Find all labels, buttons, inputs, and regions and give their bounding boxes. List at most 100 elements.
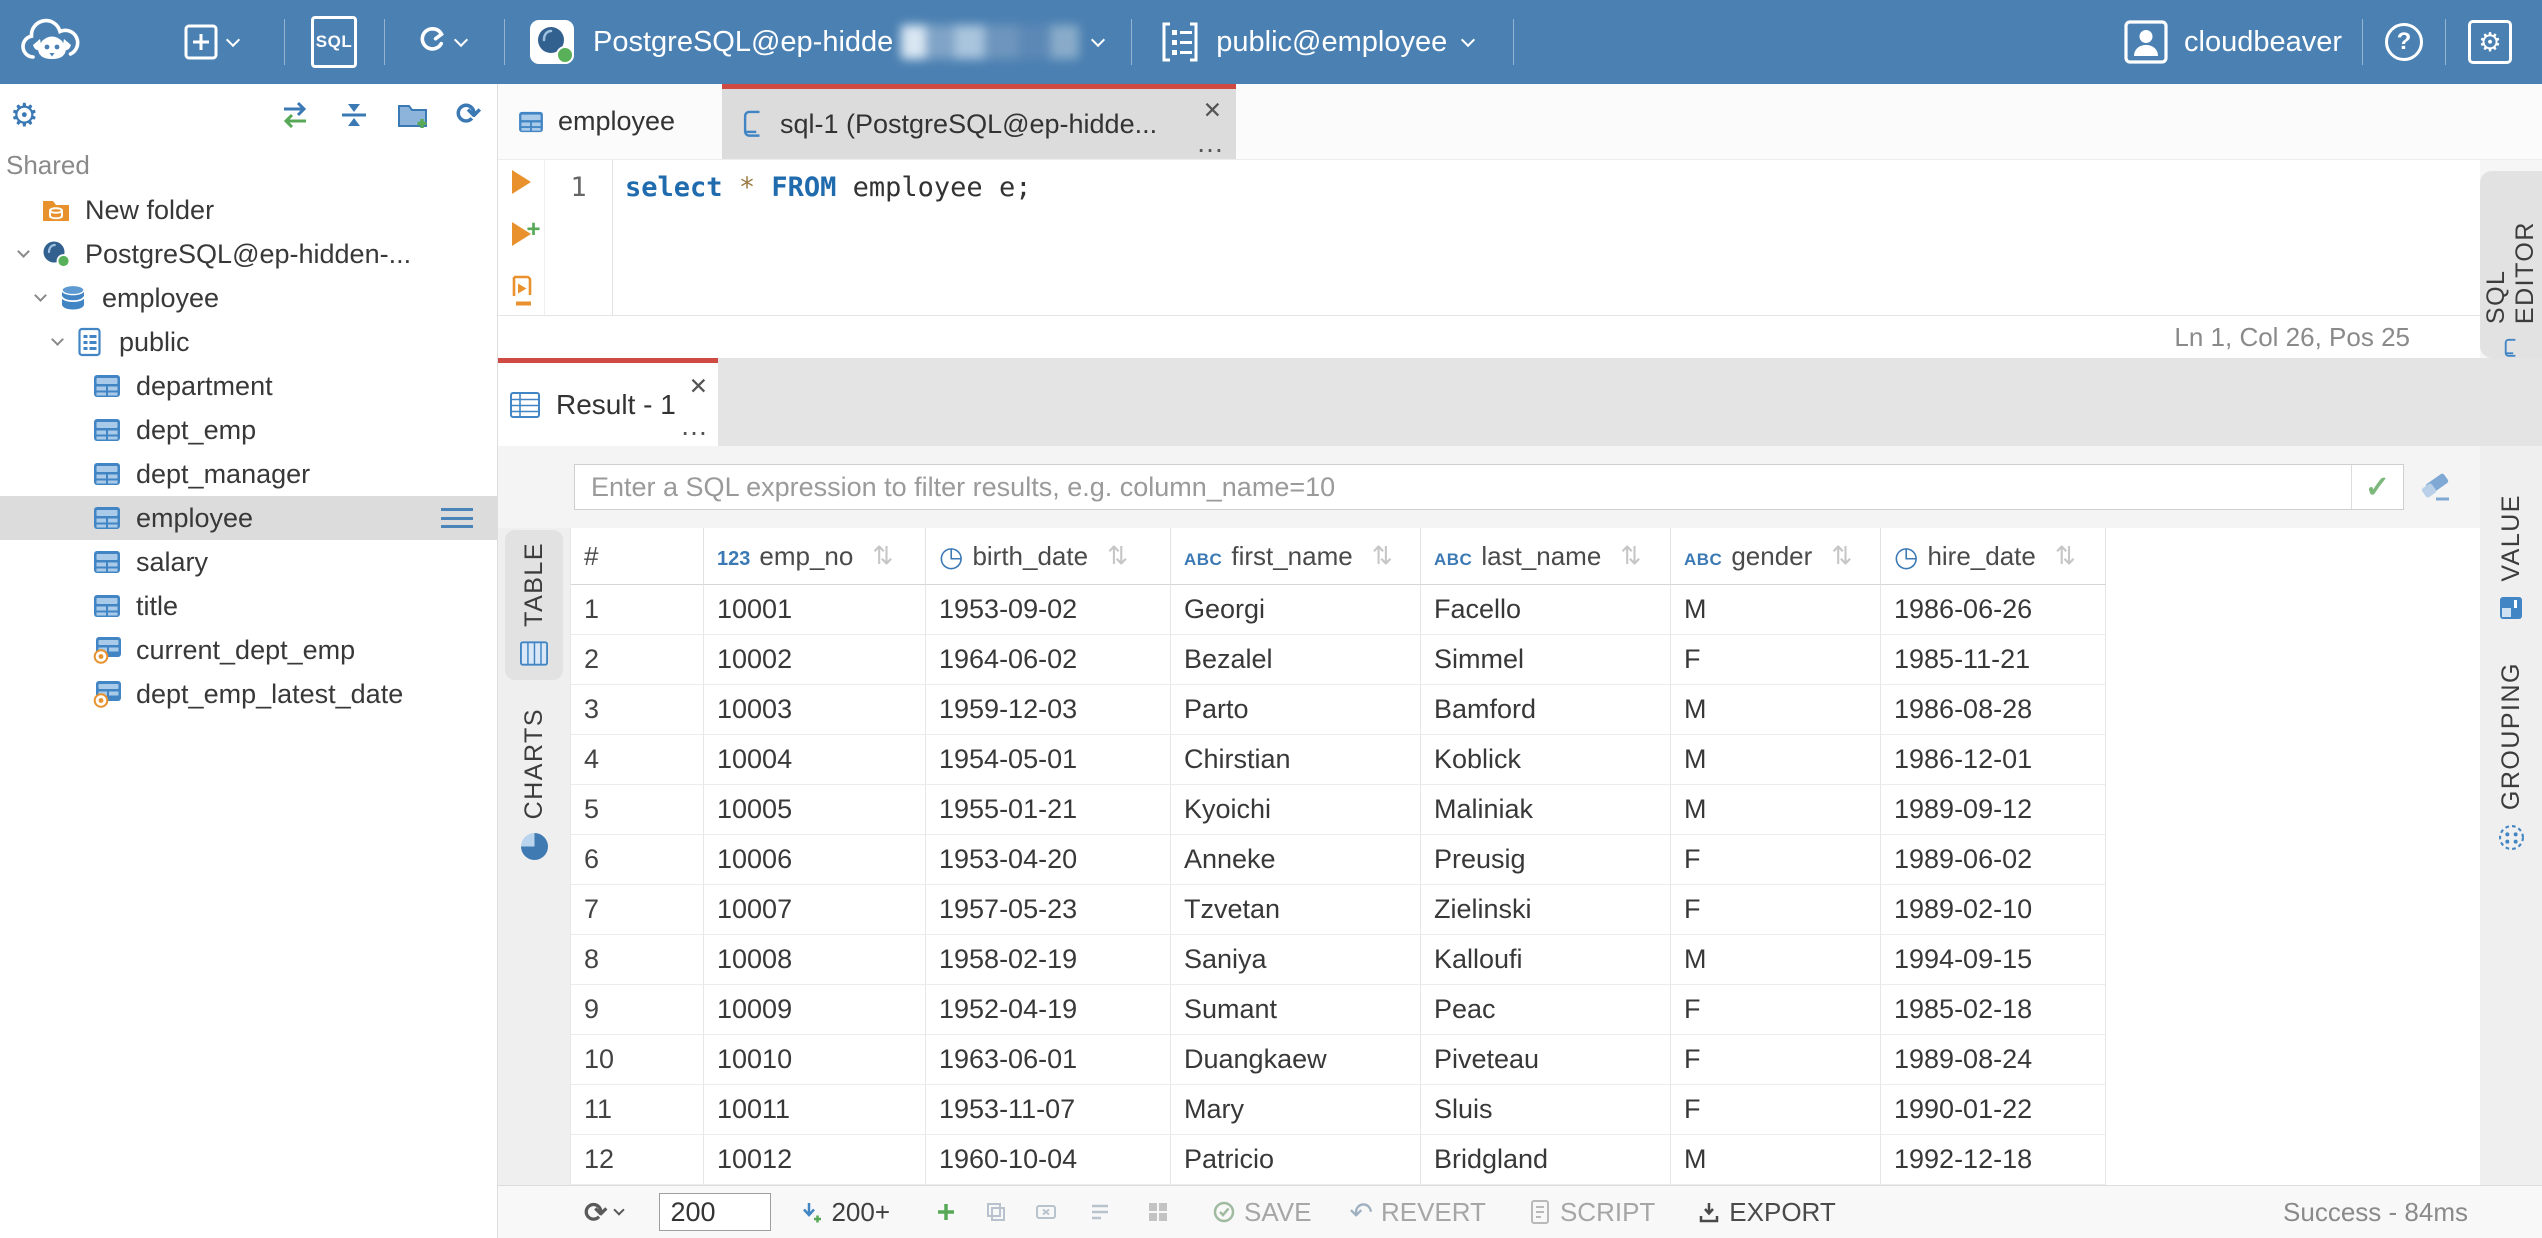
clear-filter-button[interactable] [2420, 472, 2452, 502]
cell-last-name[interactable]: Koblick [1421, 735, 1671, 785]
cell-birth-date[interactable]: 1954-05-01 [926, 735, 1171, 785]
table-row[interactable]: 11 10011 1953-11-07 Mary Sluis F 1990-01… [571, 1085, 2106, 1135]
cell-birth-date[interactable]: 1952-04-19 [926, 985, 1171, 1035]
column-header[interactable]: # [571, 528, 704, 585]
duplicate-row-button[interactable] [984, 1200, 1008, 1224]
refresh-result-button[interactable] [584, 1196, 626, 1229]
cell-rownum[interactable]: 4 [571, 735, 704, 785]
sort-icon[interactable] [1620, 541, 1641, 571]
cell-rownum[interactable]: 11 [571, 1085, 704, 1135]
cell-last-name[interactable]: Maliniak [1421, 785, 1671, 835]
table-row[interactable]: 4 10004 1954-05-01 Chirstian Koblick M 1… [571, 735, 2106, 785]
cell-birth-date[interactable]: 1958-02-19 [926, 935, 1171, 985]
tab-value-panel[interactable]: VALUE [2497, 494, 2526, 620]
cell-hire-date[interactable]: 1989-02-10 [1881, 885, 2106, 935]
cell-gender[interactable]: F [1671, 1035, 1881, 1085]
user-menu[interactable]: cloudbeaver [2124, 20, 2342, 64]
cell-hire-date[interactable]: 1986-06-26 [1881, 585, 2106, 635]
table-row[interactable]: 12 10012 1960-10-04 Patricio Bridgland M… [571, 1135, 2106, 1185]
cell-last-name[interactable]: Simmel [1421, 635, 1671, 685]
tab-grouping-panel[interactable]: GROUPING [2497, 662, 2526, 851]
column-header[interactable]: hire_date [1881, 528, 2106, 585]
sort-icon[interactable] [872, 541, 893, 571]
table-row[interactable]: 2 10002 1964-06-02 Bezalel Simmel F 1985… [571, 635, 2106, 685]
cell-rownum[interactable]: 12 [571, 1135, 704, 1185]
cell-rownum[interactable]: 1 [571, 585, 704, 635]
tree-item[interactable]: department [0, 364, 497, 408]
column-header[interactable]: first_name [1171, 528, 1421, 585]
cell-gender[interactable]: M [1671, 685, 1881, 735]
sort-icon[interactable] [1372, 541, 1393, 571]
cell-first-name[interactable]: Duangkaew [1171, 1035, 1421, 1085]
cell-last-name[interactable]: Zielinski [1421, 885, 1671, 935]
tree-expand-chevron[interactable] [57, 384, 91, 388]
sidebar-settings-button[interactable] [10, 99, 39, 131]
cell-hire-date[interactable]: 1990-01-22 [1881, 1085, 2106, 1135]
cell-rownum[interactable]: 6 [571, 835, 704, 885]
cell-rownum[interactable]: 5 [571, 785, 704, 835]
sync-connection-button[interactable] [278, 99, 312, 131]
cell-birth-date[interactable]: 1953-09-02 [926, 585, 1171, 635]
script-button[interactable]: SCRIPT [1528, 1197, 1655, 1228]
close-icon[interactable] [689, 373, 708, 400]
execute-new-tab-button[interactable]: + [511, 216, 541, 246]
tree-item[interactable]: New folder [0, 188, 497, 232]
sort-icon[interactable] [1831, 541, 1852, 571]
cell-first-name[interactable]: Kyoichi [1171, 785, 1421, 835]
cell-gender[interactable]: M [1671, 1135, 1881, 1185]
column-header[interactable]: birth_date [926, 528, 1171, 585]
column-header[interactable]: emp_no [704, 528, 926, 585]
tree-expand-chevron[interactable] [6, 245, 40, 258]
sort-icon[interactable] [1107, 541, 1128, 571]
execute-query-button[interactable] [511, 170, 531, 194]
cell-first-name[interactable]: Sumant [1171, 985, 1421, 1035]
cell-hire-date[interactable]: 1994-09-15 [1881, 935, 2106, 985]
tree-expand-chevron[interactable] [57, 428, 91, 432]
cell-rownum[interactable]: 9 [571, 985, 704, 1035]
cell-hire-date[interactable]: 1989-06-02 [1881, 835, 2106, 885]
cell-hire-date[interactable]: 1989-08-24 [1881, 1035, 2106, 1085]
tab-sql-editor-panel[interactable]: SQL EDITOR [2480, 171, 2542, 358]
cell-emp-no[interactable]: 10008 [704, 935, 926, 985]
cell-first-name[interactable]: Bezalel [1171, 635, 1421, 685]
tab-result-1[interactable]: Result - 1 [498, 358, 718, 446]
apply-filter-button[interactable] [2351, 465, 2403, 509]
new-object-button[interactable] [184, 23, 241, 61]
cell-gender[interactable]: M [1671, 735, 1881, 785]
cell-birth-date[interactable]: 1959-12-03 [926, 685, 1171, 735]
cell-rownum[interactable]: 2 [571, 635, 704, 685]
cell-emp-no[interactable]: 10001 [704, 585, 926, 635]
tree-item[interactable]: employee [0, 276, 497, 320]
tree-expand-chevron[interactable] [57, 560, 91, 564]
cell-gender[interactable]: M [1671, 935, 1881, 985]
cell-first-name[interactable]: Parto [1171, 685, 1421, 735]
sort-icon[interactable] [2055, 541, 2076, 571]
cell-gender[interactable]: M [1671, 585, 1881, 635]
cell-rownum[interactable]: 3 [571, 685, 704, 735]
cell-birth-date[interactable]: 1953-11-07 [926, 1085, 1171, 1135]
cell-emp-no[interactable]: 10005 [704, 785, 926, 835]
collapse-all-button[interactable] [338, 100, 370, 130]
table-row[interactable]: 5 10005 1955-01-21 Kyoichi Maliniak M 19… [571, 785, 2106, 835]
cell-hire-date[interactable]: 1986-12-01 [1881, 735, 2106, 785]
cell-gender[interactable]: F [1671, 635, 1881, 685]
driver-tools-button[interactable] [410, 24, 469, 60]
cell-hire-date[interactable]: 1986-08-28 [1881, 685, 2106, 735]
cell-last-name[interactable]: Preusig [1421, 835, 1671, 885]
cell-hire-date[interactable]: 1985-02-18 [1881, 985, 2106, 1035]
cell-rownum[interactable]: 10 [571, 1035, 704, 1085]
settings-button[interactable] [2468, 20, 2512, 64]
cell-emp-no[interactable]: 10011 [704, 1085, 926, 1135]
cell-hire-date[interactable]: 1985-11-21 [1881, 635, 2106, 685]
table-row[interactable]: 10 10010 1963-06-01 Duangkaew Piveteau F… [571, 1035, 2106, 1085]
cell-emp-no[interactable]: 10007 [704, 885, 926, 935]
more-icon[interactable] [1196, 127, 1224, 159]
cell-gender[interactable]: F [1671, 885, 1881, 935]
row-menu-icon[interactable] [441, 508, 473, 528]
fetch-size-input[interactable] [659, 1193, 772, 1231]
tree-expand-chevron[interactable] [57, 648, 91, 652]
cell-first-name[interactable]: Saniya [1171, 935, 1421, 985]
save-button[interactable]: SAVE [1212, 1197, 1311, 1228]
tree-item[interactable]: dept_emp [0, 408, 497, 452]
column-header[interactable]: gender [1671, 528, 1881, 585]
